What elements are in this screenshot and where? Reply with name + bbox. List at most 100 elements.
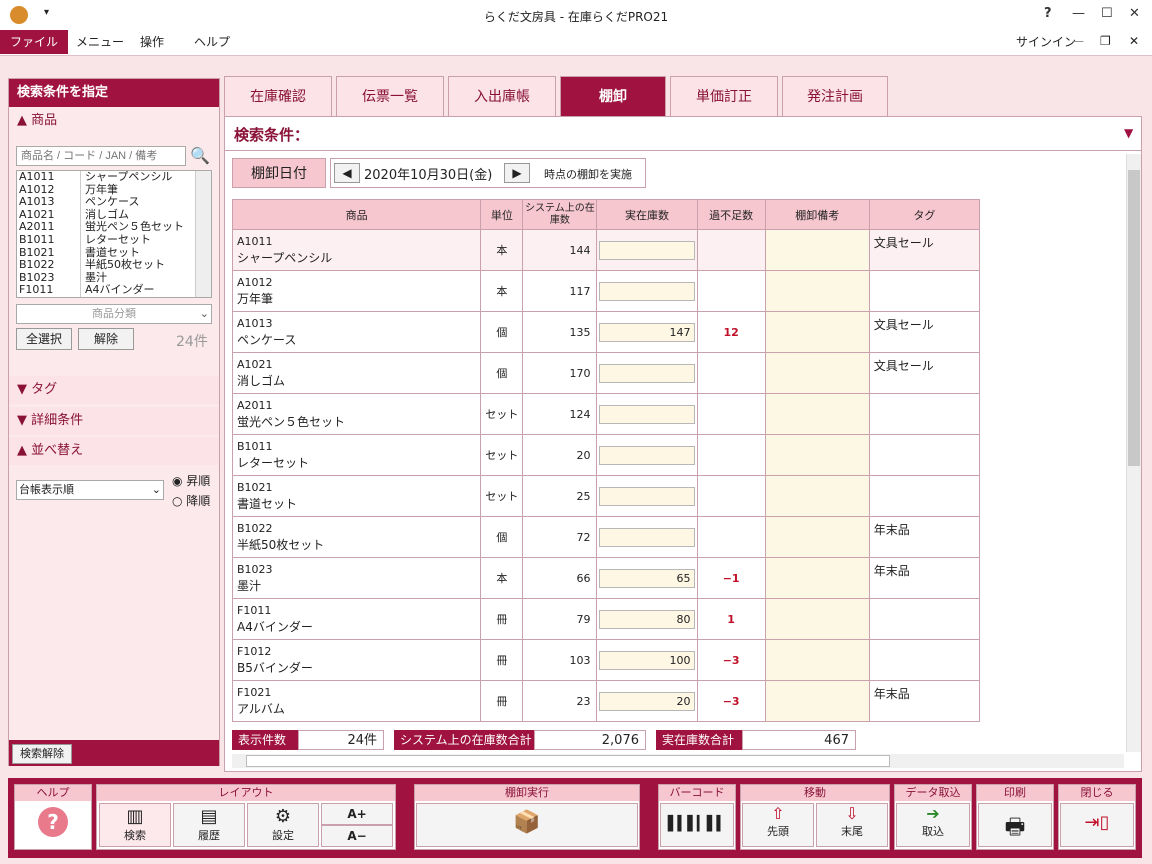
actual-stock-input[interactable] (599, 445, 696, 465)
date-value[interactable]: 2020年10月30日(金) (364, 164, 492, 183)
horizontal-scrollbar[interactable] (232, 754, 1124, 768)
product-list-scrollbar[interactable] (195, 171, 211, 297)
layout-history-button[interactable]: ▤ 履歴 (173, 803, 245, 847)
product-list-item[interactable]: A1011 シャープペンシル (17, 171, 211, 184)
import-button[interactable]: ➔ 取込 (896, 803, 970, 847)
ribbon-minimize-icon[interactable]: — (1072, 34, 1084, 48)
product-list-item[interactable]: B1011 レターセット (17, 233, 211, 247)
menu-operation[interactable]: 操作 (130, 30, 174, 54)
tab-inventory[interactable]: 棚卸 (560, 76, 666, 116)
tab-order-plan[interactable]: 発注計画 (782, 76, 888, 116)
help-button[interactable]: ? (16, 803, 90, 847)
product-code: B1022 (237, 522, 273, 535)
cell-note[interactable] (764, 680, 870, 722)
sort-desc-radio[interactable]: ○ 降順 (172, 492, 210, 509)
close-button[interactable]: ⇥▯ (1060, 803, 1134, 847)
cell-note[interactable] (764, 311, 870, 353)
layout-settings-button[interactable]: ⚙ 設定 (247, 803, 319, 847)
actual-stock-input[interactable] (599, 527, 696, 547)
actual-stock-input[interactable] (599, 240, 696, 260)
clear-button[interactable]: 解除 (78, 328, 134, 350)
actual-stock-input[interactable]: 80 (599, 609, 696, 629)
expand-conditions-icon[interactable]: ▼ (1124, 126, 1133, 140)
horizontal-scrollbar-thumb[interactable] (246, 755, 890, 767)
tab-price-correction[interactable]: 単価訂正 (670, 76, 778, 116)
actual-stock-input[interactable] (599, 404, 696, 424)
cell-note[interactable] (764, 270, 870, 312)
category-select[interactable]: 商品分類 ⌄ (16, 304, 212, 324)
execute-inventory-button[interactable]: 📦 (416, 803, 638, 847)
font-increase-button[interactable]: A+ (321, 803, 393, 825)
next-date-button[interactable]: ▶ (504, 163, 530, 183)
cell-system-stock: 103 (522, 639, 598, 681)
cell-note[interactable] (764, 598, 870, 640)
vertical-scrollbar-thumb[interactable] (1128, 170, 1140, 466)
search-icon[interactable]: 🔍 (190, 146, 210, 165)
print-button[interactable]: 🖶 (978, 803, 1052, 847)
restore-icon[interactable]: ❐ (1100, 34, 1111, 48)
cell-note[interactable] (764, 393, 870, 435)
barcode-button[interactable]: ▌▍▌▎▌▍ (660, 803, 734, 847)
prev-date-button[interactable]: ◀ (334, 163, 360, 183)
product-list-item[interactable]: B1022 半紙50枚セット (17, 259, 211, 272)
table-row[interactable]: F1012 B5バインダー 冊 103 100 −3 (231, 639, 981, 681)
select-all-button[interactable]: 全選択 (16, 328, 72, 350)
sort-select[interactable]: 台帳表示順 ⌄ (16, 480, 164, 500)
font-decrease-button[interactable]: A− (321, 825, 393, 847)
detail-section-toggle[interactable]: ▼ 詳細条件 (9, 407, 219, 435)
table-row[interactable]: A1011 シャープペンシル 本 144 文具セール (231, 229, 981, 271)
cell-note[interactable] (764, 229, 870, 271)
product-list[interactable]: A1011 シャープペンシル A1012 万年筆 A1013 ペンケース A1021 消しゴム… (16, 170, 212, 298)
minimize-icon[interactable]: — (1072, 6, 1085, 21)
product-list-item[interactable]: F1011 A4バインダー (17, 284, 211, 297)
table-row[interactable]: F1011 A4バインダー 冊 79 80 1 (231, 598, 981, 640)
table-row[interactable]: B1011 レターセット セット 20 (231, 434, 981, 476)
cell-note[interactable] (764, 639, 870, 681)
table-row[interactable]: A2011 蛍光ペン５色セット セット 124 (231, 393, 981, 435)
move-first-button[interactable]: ⇧ 先頭 (742, 803, 814, 847)
table-row[interactable]: B1023 墨汁 本 66 65 −1 年末品 (231, 557, 981, 599)
maximize-icon[interactable]: ☐ (1101, 6, 1113, 21)
layout-search-button[interactable]: ▥ 検索 (99, 803, 171, 847)
cell-note[interactable] (764, 557, 870, 599)
menu-file[interactable]: ファイル (0, 30, 69, 54)
product-search-input[interactable] (16, 146, 186, 166)
actual-stock-input[interactable]: 20 (599, 691, 696, 711)
help-icon[interactable]: ? (1044, 6, 1052, 21)
table-row[interactable]: A1012 万年筆 本 117 (231, 270, 981, 312)
actual-stock-input[interactable] (599, 486, 696, 506)
product-section-toggle[interactable]: ▲ 商品 (9, 107, 219, 135)
actual-stock-input[interactable]: 147 (599, 322, 696, 342)
cell-note[interactable] (764, 434, 870, 476)
sort-asc-radio[interactable]: ◉ 昇順 (172, 472, 210, 489)
actual-stock-input[interactable] (599, 281, 696, 301)
table-row[interactable]: B1022 半紙50枚セット 個 72 年末品 (231, 516, 981, 558)
cell-note[interactable] (764, 475, 870, 517)
vertical-scrollbar[interactable] (1126, 154, 1141, 752)
tab-slip-list[interactable]: 伝票一覧 (336, 76, 444, 116)
tab-inout-ledger[interactable]: 入出庫帳 (448, 76, 556, 116)
cell-product: A1013 ペンケース (231, 311, 482, 353)
menu-menu[interactable]: メニュー (66, 30, 134, 54)
execute-group: 棚卸実行 📦 (414, 784, 640, 850)
table-row[interactable]: F1021 アルバム 冊 23 20 −3 年末品 (231, 680, 981, 722)
move-last-button[interactable]: ⇩ 末尾 (816, 803, 888, 847)
table-row[interactable]: B1021 書道セット セット 25 (231, 475, 981, 517)
tab-stock-check[interactable]: 在庫確認 (224, 76, 332, 116)
close-doc-icon[interactable]: ✕ (1129, 34, 1139, 48)
close-window-icon[interactable]: ✕ (1129, 6, 1140, 21)
cell-unit: セット (480, 434, 524, 476)
menu-help[interactable]: ヘルプ (184, 30, 240, 54)
cell-note[interactable] (764, 516, 870, 558)
table-row[interactable]: A1013 ペンケース 個 135 147 12 文具セール (231, 311, 981, 353)
actual-stock-input[interactable] (599, 363, 696, 383)
product-list-item[interactable]: A1013 ペンケース (17, 196, 211, 209)
sort-select-value: 台帳表示順 (19, 483, 74, 496)
tag-section-toggle[interactable]: ▼ タグ (9, 376, 219, 404)
sort-section-toggle[interactable]: ▲ 並べ替え (9, 437, 219, 465)
actual-stock-input[interactable]: 65 (599, 568, 696, 588)
cell-note[interactable] (764, 352, 870, 394)
actual-stock-input[interactable]: 100 (599, 650, 696, 670)
table-row[interactable]: A1021 消しゴム 個 170 文具セール (231, 352, 981, 394)
reset-search-button[interactable]: 検索解除 (12, 744, 72, 764)
